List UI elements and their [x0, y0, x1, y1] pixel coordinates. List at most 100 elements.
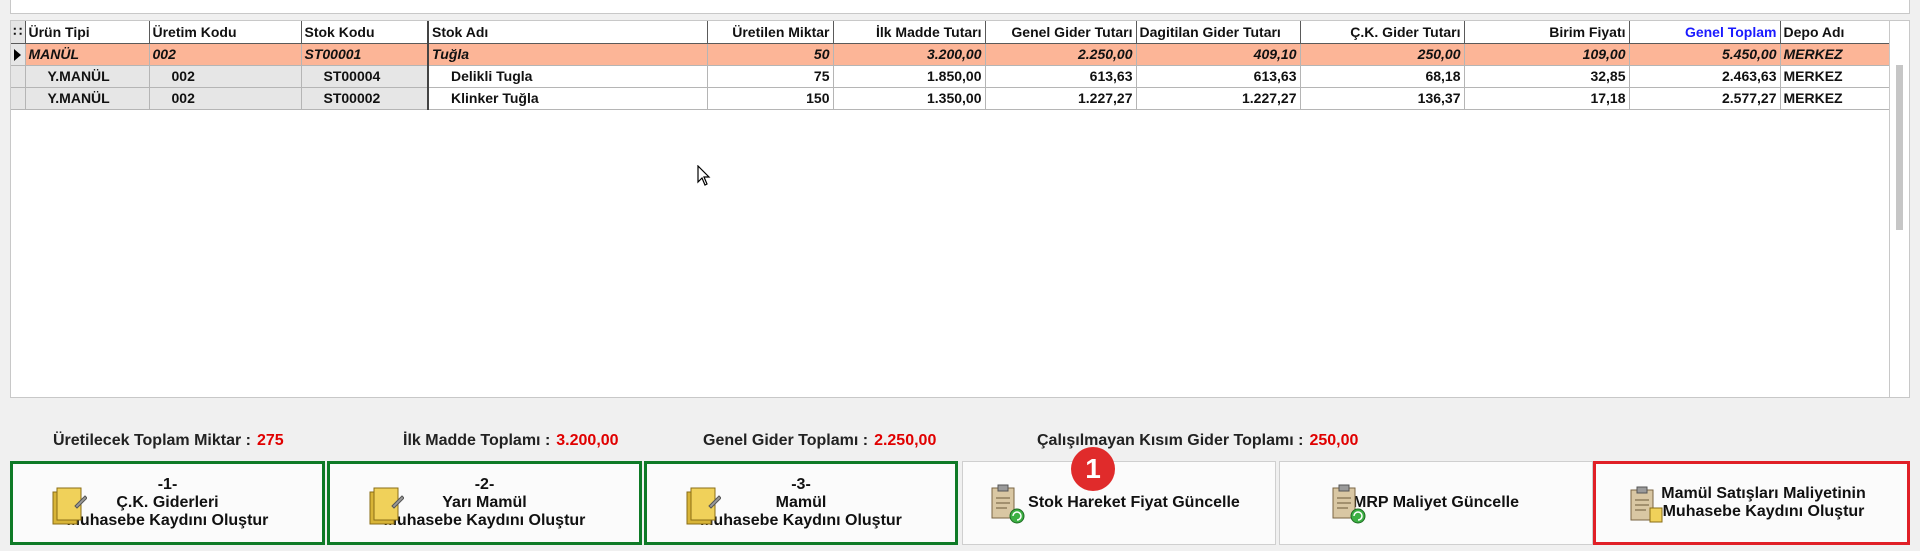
button-line: -1-: [157, 476, 178, 493]
stok-hareket-fiyat-guncelle-button[interactable]: Stok Hareket Fiyat Güncelle: [962, 461, 1276, 545]
col-header-uretim-kodu[interactable]: Üretim Kodu: [149, 21, 302, 44]
col-header-ilk-madde[interactable]: İlk Madde Tutarı: [833, 21, 986, 44]
cell-uretilen-miktar[interactable]: 150: [707, 87, 834, 110]
step-number-badge: 1: [1071, 447, 1115, 491]
col-header-genel-toplam[interactable]: Genel Toplam: [1629, 21, 1781, 44]
cell-genel-toplam[interactable]: 5.450,00: [1629, 43, 1781, 66]
summary-ilk-madde-label: İlk Madde Toplamı :: [403, 432, 551, 449]
table-row[interactable]: Y.MANÜL 002 ST00004 Delikli Tugla 75 1.8…: [11, 65, 1889, 88]
vertical-scroll-thumb[interactable]: [1896, 65, 1903, 230]
button-line: Muhasebe Kaydını Oluştur: [383, 512, 586, 529]
cell-stok-kodu[interactable]: ST00002: [301, 87, 429, 110]
vertical-scrollbar[interactable]: [1890, 20, 1910, 398]
col-header-genel-gider[interactable]: Genel Gider Tutarı: [985, 21, 1137, 44]
grid-header-indicator[interactable]: ∷: [11, 21, 26, 44]
col-header-depo-adi[interactable]: Depo Adı: [1780, 21, 1889, 44]
summary-genel-gider: Genel Gider Toplamı : 2.250,00: [703, 432, 936, 450]
yari-mamul-muhasebe-button[interactable]: -2- Yarı Mamül Muhasebe Kaydını Oluştur: [327, 461, 642, 545]
cell-dagitilan-gider[interactable]: 613,63: [1136, 65, 1301, 88]
button-line: Yarı Mamül: [442, 494, 527, 511]
col-header-uretilen-miktar[interactable]: Üretilen Miktar: [707, 21, 834, 44]
cell-depo-adi[interactable]: MERKEZ: [1780, 65, 1889, 88]
folder-icon: [52, 487, 87, 525]
clipboard-refresh-icon: [991, 484, 1025, 524]
mouse-cursor-icon: [697, 165, 711, 186]
summary-calisilmayan-label: Çalışılmayan Kısım Gider Toplamı :: [1037, 432, 1304, 449]
cell-uretim-kodu[interactable]: 002: [149, 65, 302, 88]
clipboard-refresh-icon: [1332, 484, 1366, 524]
col-header-stok-adi[interactable]: Stok Adı: [428, 21, 708, 44]
cell-birim-fiyat[interactable]: 109,00: [1464, 43, 1630, 66]
ck-giderleri-button-text: -1- Ç.K. Giderleri Muhasebe Kaydını Oluş…: [67, 476, 269, 530]
cell-birim-fiyat[interactable]: 17,18: [1464, 87, 1630, 110]
cell-birim-fiyat[interactable]: 32,85: [1464, 65, 1630, 88]
cell-urun-tipi[interactable]: Y.MANÜL: [25, 65, 150, 88]
button-line: -3-: [791, 476, 811, 493]
summary-ilk-madde: İlk Madde Toplamı : 3.200,00: [403, 432, 619, 450]
cell-depo-adi[interactable]: MERKEZ: [1780, 43, 1889, 66]
cell-genel-toplam[interactable]: 2.577,27: [1629, 87, 1781, 110]
col-header-dagitilan-gider[interactable]: Dagitilan Gider Tutarı: [1136, 21, 1301, 44]
folder-icon: [686, 487, 721, 525]
cell-stok-adi[interactable]: Tuğla: [428, 43, 708, 66]
button-line: -2-: [474, 476, 495, 493]
cell-ck-gider[interactable]: 250,00: [1300, 43, 1465, 66]
cell-urun-tipi[interactable]: MANÜL: [25, 43, 150, 66]
yari-mamul-button-text: -2- Yarı Mamül Muhasebe Kaydını Oluştur: [384, 476, 586, 530]
mrp-maliyet-guncelle-button[interactable]: MRP Maliyet Güncelle: [1279, 461, 1593, 545]
col-header-stok-kodu[interactable]: Stok Kodu: [301, 21, 429, 44]
button-line: Ç.K. Giderleri: [116, 494, 219, 511]
button-line: Muhasebe Kaydını Oluştur: [1662, 503, 1865, 520]
summary-total-qty-value: 275: [256, 432, 284, 449]
cell-genel-toplam[interactable]: 2.463,63: [1629, 65, 1781, 88]
summary-ilk-madde-value: 3.200,00: [556, 432, 619, 449]
cell-genel-gider[interactable]: 2.250,00: [985, 43, 1137, 66]
cell-stok-kodu[interactable]: ST00001: [301, 43, 429, 66]
cell-dagitilan-gider[interactable]: 1.227,27: [1136, 87, 1301, 110]
production-cost-grid[interactable]: ∷ Ürün Tipi Üretim Kodu Stok Kodu Stok A…: [10, 20, 1890, 398]
row-indicator: [11, 65, 26, 88]
mamul-satislari-button-text: Mamül Satışları Maliyetinin Muhasebe Kay…: [1661, 485, 1866, 521]
ck-giderleri-muhasebe-button[interactable]: -1- Ç.K. Giderleri Muhasebe Kaydını Oluş…: [10, 461, 325, 545]
cell-urun-tipi[interactable]: Y.MANÜL: [25, 87, 150, 110]
cell-stok-adi[interactable]: Klinker Tuğla: [428, 87, 708, 110]
cell-ilk-madde[interactable]: 3.200,00: [833, 43, 986, 66]
cell-ilk-madde[interactable]: 1.350,00: [833, 87, 986, 110]
cell-stok-adi[interactable]: Delikli Tugla: [428, 65, 708, 88]
cell-uretim-kodu[interactable]: 002: [149, 87, 302, 110]
button-line: Mamül Satışları Maliyetinin: [1661, 485, 1866, 502]
summary-total-qty: Üretilecek Toplam Miktar : 275: [53, 432, 284, 450]
top-panel-strip: [10, 0, 1910, 14]
cell-genel-gider[interactable]: 613,63: [985, 65, 1137, 88]
cell-ilk-madde[interactable]: 1.850,00: [833, 65, 986, 88]
cell-uretilen-miktar[interactable]: 75: [707, 65, 834, 88]
table-row[interactable]: Y.MANÜL 002 ST00002 Klinker Tuğla 150 1.…: [11, 87, 1889, 110]
summary-total-qty-label: Üretilecek Toplam Miktar :: [53, 432, 251, 449]
cell-dagitilan-gider[interactable]: 409,10: [1136, 43, 1301, 66]
cell-ck-gider[interactable]: 68,18: [1300, 65, 1465, 88]
stok-hareket-button-label: Stok Hareket Fiyat Güncelle: [1028, 494, 1240, 511]
cell-uretilen-miktar[interactable]: 50: [707, 43, 834, 66]
cell-stok-kodu[interactable]: ST00004: [301, 65, 429, 88]
table-row[interactable]: MANÜL 002 ST00001 Tuğla 50 3.200,00 2.25…: [11, 43, 1889, 66]
mamul-satislari-maliyet-button[interactable]: Mamül Satışları Maliyetinin Muhasebe Kay…: [1593, 461, 1910, 545]
clipboard-icon: [1630, 486, 1663, 523]
row-indicator: [11, 87, 26, 110]
col-header-birim-fiyat[interactable]: Birim Fiyatı: [1464, 21, 1630, 44]
cell-uretim-kodu[interactable]: 002: [149, 43, 302, 66]
cell-depo-adi[interactable]: MERKEZ: [1780, 87, 1889, 110]
mrp-maliyet-button-label: MRP Maliyet Güncelle: [1353, 494, 1519, 511]
button-line: Muhasebe Kaydını Oluştur: [66, 512, 269, 529]
button-line: Muhasebe Kaydını Oluştur: [700, 512, 902, 529]
col-header-ck-gider[interactable]: Ç.K. Gider Tutarı: [1300, 21, 1465, 44]
summary-calisilmayan-value: 250,00: [1309, 432, 1359, 449]
row-indicator-icon: [11, 43, 26, 66]
folder-icon: [369, 487, 404, 525]
col-header-urun-tipi[interactable]: Ürün Tipi: [25, 21, 150, 44]
grid-header-row: ∷ Ürün Tipi Üretim Kodu Stok Kodu Stok A…: [11, 21, 1889, 44]
mamul-muhasebe-button[interactable]: -3- Mamül Muhasebe Kaydını Oluştur: [644, 461, 958, 545]
cell-genel-gider[interactable]: 1.227,27: [985, 87, 1137, 110]
mamul-button-text: -3- Mamül Muhasebe Kaydını Oluştur: [700, 476, 902, 530]
cell-ck-gider[interactable]: 136,37: [1300, 87, 1465, 110]
summary-genel-gider-value: 2.250,00: [874, 432, 937, 449]
